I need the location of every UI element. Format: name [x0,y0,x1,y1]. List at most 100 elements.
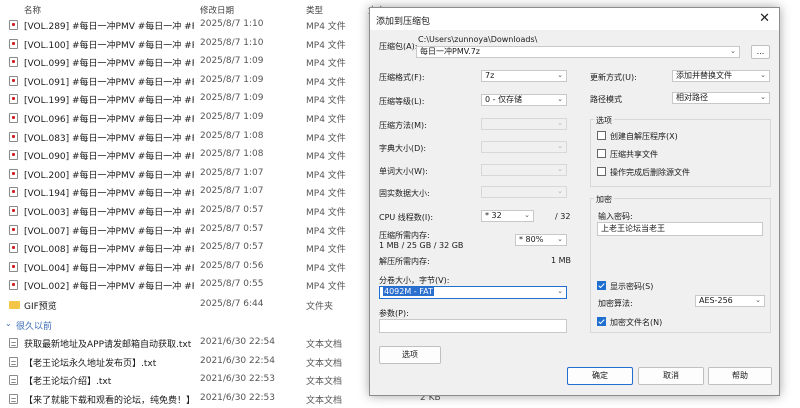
video-file-icon [9,150,18,161]
level-select[interactable]: 0 - 仅存储 ⌄ [481,94,567,106]
delete-checkbox[interactable] [597,167,606,176]
file-name: [VOL.100] #每日一冲PMV #每日一冲 #PMV... [24,40,194,51]
file-date: 2025/8/7 0:57 [200,242,264,253]
file-type: MP4 文件 [306,96,346,107]
chevron-down-icon: ⌄ [557,187,563,195]
shared-checkbox[interactable] [597,149,606,158]
show-password-checkbox[interactable] [597,281,606,290]
video-file-icon [9,20,18,30]
cancel-button[interactable]: 取消 [638,367,704,385]
ok-button[interactable]: 确定 [567,367,633,385]
archive-name-value: 每日一冲PMV.7z [420,47,480,56]
file-date: 2025/8/7 6:44 [200,299,264,309]
file-type: MP4 文件 [306,189,346,200]
help-button[interactable]: 帮助 [708,367,772,385]
chevron-down-icon: ⌄ [557,287,563,295]
close-icon[interactable]: ✕ [759,11,770,26]
file-type: 文本文档 [306,377,343,387]
file-type: 文本文档 [306,358,343,369]
update-label: 更新方式(U): [590,73,637,82]
mem-compress-label: 压缩所需内存: [379,231,430,240]
video-file-icon [9,224,18,235]
browse-button[interactable]: ... [751,45,770,59]
encrypt-names-checkbox[interactable] [597,317,606,326]
mem-decompress-value: 1 MB [551,256,572,265]
chevron-down-icon: ⌄ [557,142,563,150]
solid-select: ⌄ [481,186,567,198]
chevron-down-icon: ⌄ [524,211,530,219]
file-date: 2025/8/7 1:08 [200,149,264,160]
word-select: ⌄ [481,164,567,176]
file-date: 2025/8/7 1:07 [200,186,264,197]
file-type: MP4 文件 [306,133,346,144]
archive-name-combobox[interactable]: 每日一冲PMV.7z ⌄ [416,46,740,58]
file-type: MP4 文件 [306,40,346,51]
video-file-icon [9,38,18,49]
file-type: MP4 文件 [306,282,346,293]
params-label: 参数(P): [379,309,409,318]
delete-label: 操作完成后删除源文件 [610,168,690,177]
file-name: 【老王论坛永久地址发布页】.txt [24,358,157,369]
chevron-down-icon: ⌄ [557,119,563,127]
sfx-checkbox[interactable] [597,131,606,140]
format-value: 7z [485,71,495,80]
show-password-label: 显示密码(S) [610,282,654,291]
file-type: MP4 文件 [306,208,346,218]
file-name: [VOL.096] #每日一冲PMV #每日一冲 #PMV... [24,115,194,125]
file-type: MP4 文件 [306,115,346,125]
format-select[interactable]: 7z ⌄ [481,70,567,82]
add-to-archive-dialog: 添加到压缩包 ✕ 压缩包(A): C:\Users\zunnoya\Downlo… [369,7,780,396]
file-name: [VOL.003] #每日一冲PMV #每日一冲 #PMV... [24,208,194,218]
chevron-down-icon: ⌄ [755,296,761,304]
archive-label: 压缩包(A): [379,42,418,51]
threads-select[interactable]: * 32 ⌄ [481,210,534,222]
path-select[interactable]: 相对路径 ⌄ [672,92,770,104]
chevron-down-icon: ⌄ [557,235,563,243]
enc-method-label: 加密算法: [598,299,633,308]
column-header-date[interactable]: 修改日期 [200,4,234,16]
options-group-label: 选项 [594,115,614,126]
mem-decompress-label: 解压所需内存: [379,257,430,266]
chevron-down-icon: ⌄ [760,71,766,79]
file-date: 2025/8/7 0:56 [200,260,264,271]
file-type: 文本文档 [306,340,343,350]
options-button[interactable]: 选项 [379,346,441,364]
file-date: 2025/8/7 1:09 [200,56,264,67]
split-label: 分卷大小，字节(V): [379,276,450,285]
file-name: [VOL.289] #每日一冲PMV #每日一冲 #PMV... [24,22,194,32]
solid-label: 固实数据大小: [379,189,430,198]
sfx-label: 创建自解压程序(X) [610,132,678,141]
file-name: 获取最新地址及APP请发邮箱自动获取.txt [24,340,192,350]
file-date: 2025/8/7 0:57 [200,223,264,234]
dialog-titlebar[interactable]: 添加到压缩包 ✕ [370,8,779,30]
archive-directory: C:\Users\zunnoya\Downloads\ [418,35,538,44]
enc-method-select[interactable]: AES-256 ⌄ [695,295,765,307]
params-input[interactable] [379,319,567,333]
update-select[interactable]: 添加并替换文件 ⌄ [672,70,770,82]
video-file-icon [9,113,18,123]
level-value: 0 - 仅存储 [485,95,523,104]
video-file-icon [9,75,18,86]
chevron-down-icon: ⌄ [557,165,563,173]
mem-compress-select[interactable]: * 80% ⌄ [515,234,567,246]
chevron-down-icon[interactable]: ⌄ [5,319,12,328]
threads-label: CPU 线程数(I): [379,213,434,222]
format-label: 压缩格式(F): [379,73,425,82]
column-header-name[interactable]: 名称 [24,4,41,16]
file-name: [VOL.090] #每日一冲PMV #每日一冲 #PMV... [24,152,194,163]
split-combobox[interactable]: 4092M - FAT ⌄ [379,286,567,299]
file-type: MP4 文件 [306,245,346,256]
file-name: [VOL.194] #每日一冲PMV #每日一冲 #PMV... [24,189,194,200]
password-input[interactable]: 上老王论坛当老王 [597,222,763,236]
file-name: [VOL.083] #每日一冲PMV #每日一冲 #PMV... [24,133,194,144]
chevron-down-icon[interactable]: ⌄ [730,47,736,56]
file-date: 2025/8/7 1:10 [200,37,264,48]
mem-compress-value: * 80% [519,235,544,244]
text-file-icon [9,375,18,385]
column-header-type[interactable]: 类型 [306,4,323,16]
chevron-down-icon: ⌄ [557,71,563,79]
encrypt-group-label: 加密 [594,194,614,205]
file-type: MP4 文件 [306,22,346,32]
method-label: 压缩方法(M): [379,121,427,130]
video-file-icon [9,280,18,291]
